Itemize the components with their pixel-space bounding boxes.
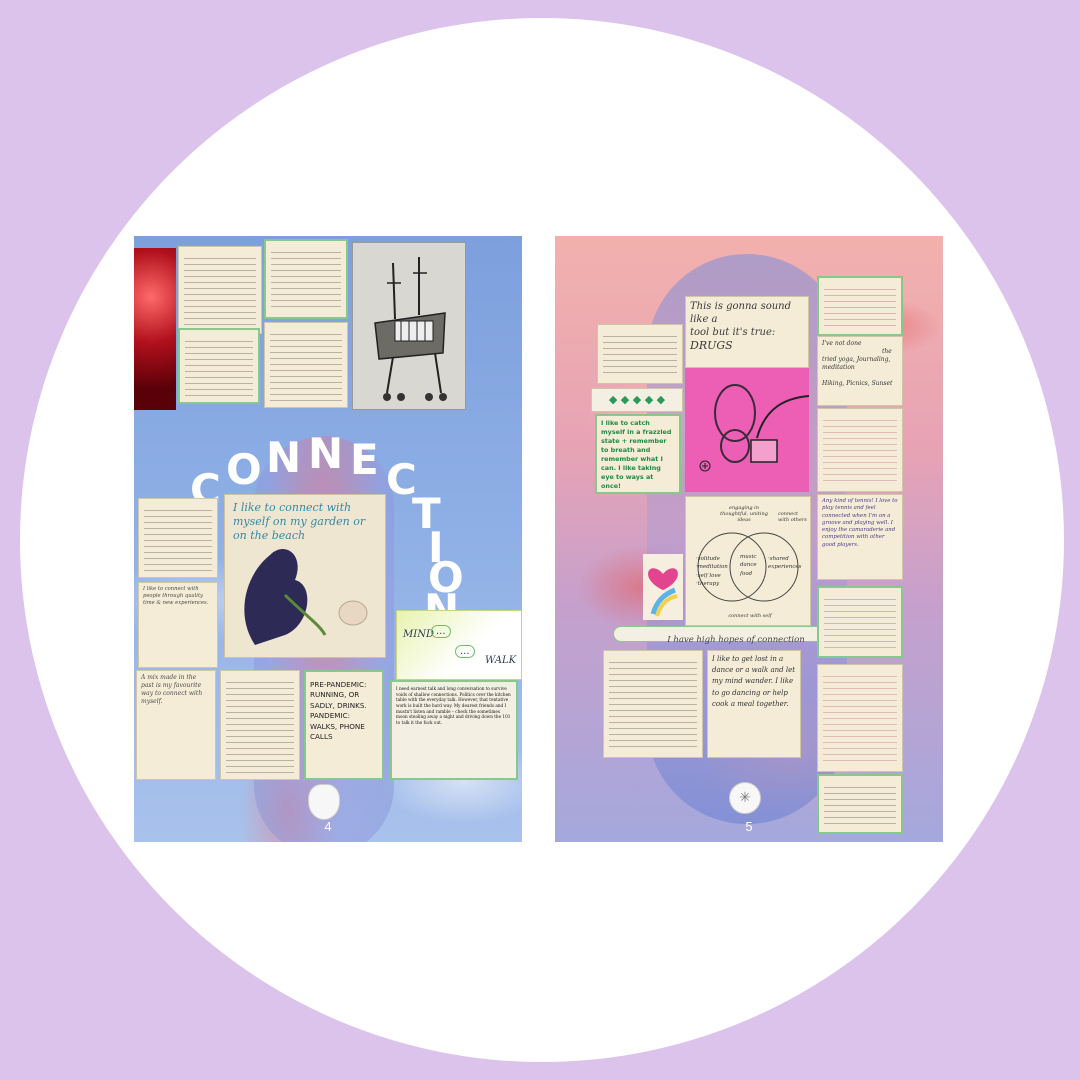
- mind-label: MIND: [403, 629, 434, 640]
- mind-walk-card: MIND ... ... WALK: [396, 610, 522, 680]
- journal-note: [817, 664, 903, 772]
- venn-right: ·shared experiences: [768, 555, 801, 572]
- green-arrow-strip: ◆ ◆ ◆ ◆ ◆: [591, 388, 683, 412]
- newsprint-text: I need earnest talk and long conversatio…: [396, 686, 511, 726]
- pandemic-line: PANDEMIC:: [310, 711, 351, 721]
- tried-line: the: [882, 348, 892, 356]
- venn-right-item: ·shared: [768, 556, 789, 562]
- flower-photo-card: I like to connect with myself on my gard…: [224, 494, 386, 658]
- zine-page-left: C O N N E C T I O N I like to connect wi…: [134, 236, 522, 842]
- journal-note: [178, 246, 262, 334]
- page-number: 4: [324, 819, 332, 834]
- pandemic-note: PRE-PANDEMIC: RUNNING, OR SADLY, DRINKS.…: [304, 670, 384, 780]
- journal-note: [178, 328, 260, 404]
- venn-left-item: ·self love: [696, 572, 721, 579]
- green-note-text: I like to catch myself in a frazzled sta…: [601, 419, 672, 490]
- cat-sticker-icon: [308, 784, 340, 820]
- venn-left: ·solitude ·meditation ·self love ·therap…: [696, 555, 728, 588]
- venn-left-item: ·solitude: [696, 556, 720, 562]
- pandemic-line: WALKS, PHONE: [310, 721, 365, 731]
- journal-note: [817, 276, 903, 336]
- venn-left-item: ·meditation: [696, 564, 728, 571]
- learning-note: I like to connect with people through qu…: [138, 582, 218, 668]
- journal-note: [597, 324, 683, 384]
- zine-page-right: This is gonna sound like a tool but it's…: [555, 236, 943, 842]
- walk-label: WALK: [485, 655, 517, 666]
- venn-right-item: experiences: [768, 564, 802, 571]
- newsprint-clip: I need earnest talk and long conversatio…: [390, 680, 518, 780]
- drugs-line: tool but it's true:: [690, 327, 776, 338]
- red-flowers-photo: [134, 248, 176, 410]
- journal-note: [817, 586, 903, 658]
- green-note: I like to catch myself in a frazzled sta…: [595, 414, 681, 494]
- drugs-note: This is gonna sound like a tool but it's…: [685, 296, 809, 368]
- drugs-line: DRUGS: [690, 339, 733, 352]
- music-note-text: A mix made in the past is my favourite w…: [141, 674, 203, 706]
- venn-middle-item: food: [740, 570, 753, 577]
- tried-line: tried yoga, Journaling,: [822, 356, 891, 364]
- pandemic-line: PRE-PANDEMIC:: [310, 680, 367, 689]
- tried-line: Hiking, Picnics, Sunset: [822, 380, 893, 388]
- pandemic-line: CALLS: [310, 732, 333, 742]
- tried-line: I've not done: [822, 340, 862, 347]
- stage: C O N N E C T I O N I like to connect wi…: [0, 0, 1080, 1080]
- pandemic-line: SADLY, DRINKS.: [310, 700, 367, 710]
- venn-top-curve: engaging in thoughtful, uniting ideas: [720, 505, 768, 523]
- venn-bottom-curve: connect with self: [728, 613, 772, 619]
- venn-middle-item: dance: [740, 562, 757, 569]
- venn-right-curve: connect with others: [778, 511, 807, 523]
- heart-rainbow-sticker: [643, 554, 683, 620]
- boat-drawing: [352, 242, 466, 410]
- venn-card: ·solitude ·meditation ·self love ·therap…: [685, 496, 811, 626]
- pill-dispenser-icon: [699, 384, 810, 472]
- pink-machine-image: [685, 368, 810, 492]
- page-number: 5: [745, 819, 753, 834]
- journal-note: [220, 670, 300, 780]
- dots-label: ...: [455, 645, 475, 658]
- tennis-note-text: Any kind of tennis! I love to play tenni…: [822, 498, 898, 548]
- learning-note-text: I like to connect with people through qu…: [143, 586, 209, 607]
- dots-label: ...: [431, 625, 451, 638]
- music-note: A mix made in the past is my favourite w…: [136, 670, 216, 780]
- lost-note: I like to get lost in a dance or a walk …: [707, 650, 801, 758]
- sparkle-sticker-icon: ✳: [729, 782, 761, 814]
- venn-middle: music dance food: [740, 553, 757, 578]
- lost-note-text: I like to get lost in a dance or a walk …: [712, 655, 796, 708]
- boat-sketch-icon: [353, 243, 465, 409]
- pandemic-line: RUNNING, OR: [310, 690, 360, 700]
- journal-note: [264, 239, 348, 319]
- drugs-line: This is gonna sound like a: [690, 301, 792, 325]
- heart-icon: [648, 568, 678, 617]
- ribbon-text: I have high hopes of connection: [667, 635, 805, 645]
- venn-middle-item: music: [740, 554, 757, 560]
- journal-note: [817, 408, 903, 492]
- tennis-note: Any kind of tennis! I love to play tenni…: [817, 494, 903, 580]
- journal-note: [603, 650, 703, 758]
- journal-note: [138, 498, 218, 578]
- morning-glory-icon: [244, 549, 368, 645]
- venn-left-item: ·therapy: [696, 580, 720, 587]
- tried-line: meditation: [822, 364, 855, 372]
- tried-note: I've not done the tried yoga, Journaling…: [817, 336, 903, 406]
